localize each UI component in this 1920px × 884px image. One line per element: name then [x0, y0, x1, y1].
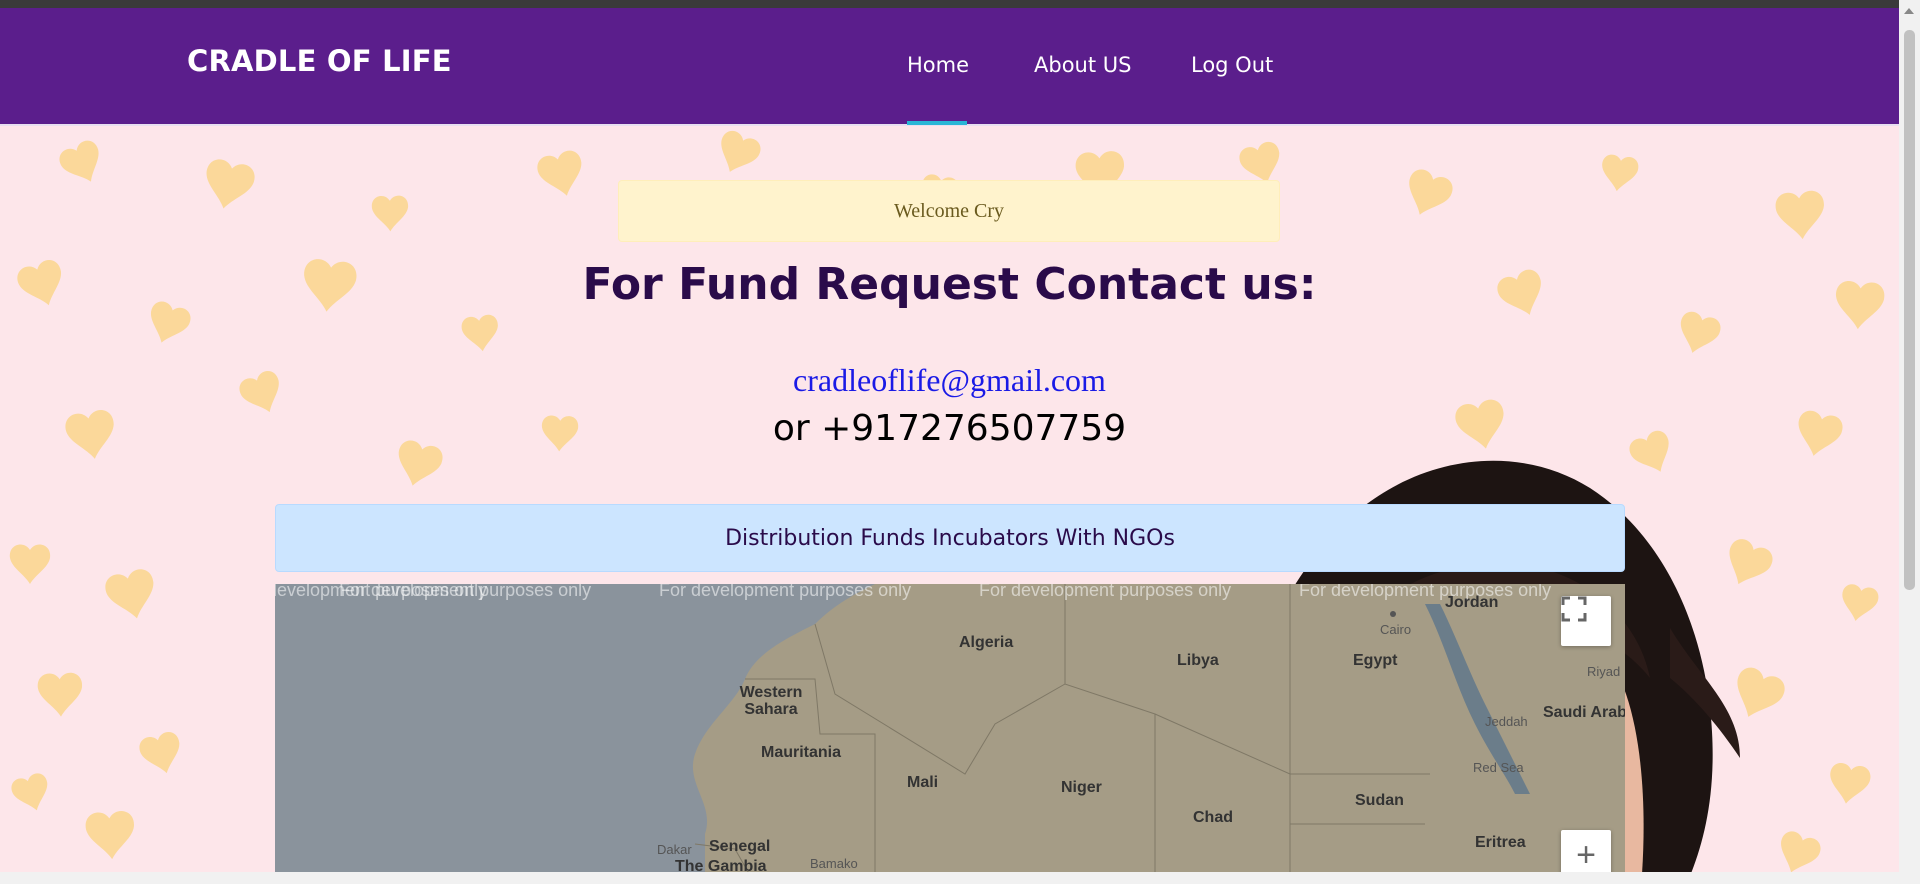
map-label-dakar: Dakar	[657, 842, 692, 857]
vertical-scrollbar[interactable]	[1899, 0, 1920, 884]
map-label-jordan: Jordan	[1445, 594, 1499, 611]
heart-shape	[37, 672, 84, 718]
map-label-chad: Chad	[1193, 809, 1233, 826]
map-label-gambia: The Gambia	[675, 858, 767, 872]
heart-shape	[460, 313, 501, 354]
heart-shape	[1598, 153, 1640, 194]
map-label-eritrea: Eritrea	[1475, 834, 1526, 851]
brand-logo[interactable]: CRADLE OF LIFE	[187, 44, 452, 78]
nav-logout-link[interactable]: Log Out	[1191, 53, 1273, 77]
heart-shape	[55, 137, 110, 191]
map-label-riyadh: Riyad	[1587, 664, 1621, 679]
heart-shape	[534, 148, 589, 202]
contact-phone: or +917276507759	[772, 408, 1127, 449]
distribution-title: Distribution Funds Incubators With NGOs	[725, 525, 1175, 551]
map-fullscreen-button[interactable]	[1561, 596, 1611, 646]
heart-shape	[84, 810, 137, 861]
map-zoom-in-button[interactable]: +	[1561, 830, 1611, 872]
heart-shape	[371, 195, 409, 232]
map-label-egypt: Egypt	[1353, 652, 1398, 669]
heart-shape	[137, 729, 187, 779]
map-label-mauritania: Mauritania	[761, 744, 842, 761]
heart-shape	[1399, 166, 1457, 223]
heart-shape	[1774, 189, 1827, 242]
fullscreen-icon	[1561, 596, 1587, 622]
map-label-saudi-arabia: Saudi Arab	[1543, 704, 1625, 721]
map-terrain	[693, 584, 1625, 872]
scroll-up-arrow-icon[interactable]	[1904, 8, 1914, 14]
map-label-bamako: Bamako	[810, 856, 858, 871]
heart-shape	[9, 771, 55, 816]
map-watermark: For development purposes only	[1299, 584, 1552, 600]
map-label-libya: Libya	[1177, 652, 1219, 669]
main-content: Welcome Cry For Fund Request Contact us:…	[0, 128, 1899, 872]
heart-shape	[1826, 761, 1873, 807]
heart-shape	[199, 157, 258, 214]
map-label-mali: Mali	[907, 774, 939, 791]
map-watermark: For development purposes only	[339, 584, 592, 600]
scrollbar-thumb[interactable]	[1904, 30, 1915, 590]
heart-shape	[102, 566, 161, 624]
contact-email-link[interactable]: cradleoflife@gmail.com	[0, 362, 1899, 399]
map-view[interactable]: For development purposes only For develo…	[275, 584, 1625, 872]
map-label-niger: Niger	[1061, 779, 1102, 796]
map-label-algeria: Algeria	[959, 634, 1014, 651]
map-label-sudan: Sudan	[1355, 792, 1404, 809]
heart-shape	[1673, 309, 1724, 359]
map-label-cairo: Cairo	[1380, 622, 1412, 637]
heart-shape	[1772, 828, 1824, 872]
horizontal-scrollbar[interactable]	[0, 872, 1899, 884]
navbar: CRADLE OF LIFE Home About US Log Out	[0, 8, 1899, 126]
map-label-western-sahara: Western Sahara	[739, 684, 803, 718]
nav-home-link[interactable]: Home	[907, 53, 969, 77]
heart-shape	[1837, 582, 1881, 625]
map-label-jeddah: Jeddah	[1485, 714, 1528, 729]
distribution-banner: Distribution Funds Incubators With NGOs	[275, 504, 1625, 572]
active-nav-indicator	[907, 121, 967, 125]
browser-top-strip	[0, 0, 1920, 8]
fund-request-heading: For Fund Request Contact us:	[582, 259, 1317, 310]
heart-shape	[9, 544, 51, 584]
map-label-senegal: Senegal	[709, 838, 771, 855]
map-watermark: For development purposes only	[659, 584, 912, 600]
map-label-red-sea: Red Sea	[1473, 760, 1524, 775]
welcome-text: Welcome Cry	[893, 199, 1005, 222]
heart-shape	[711, 128, 764, 180]
welcome-alert: Welcome Cry	[618, 180, 1280, 242]
map-watermark: For development purposes only	[979, 584, 1232, 600]
nav-about-link[interactable]: About US	[1034, 53, 1131, 77]
